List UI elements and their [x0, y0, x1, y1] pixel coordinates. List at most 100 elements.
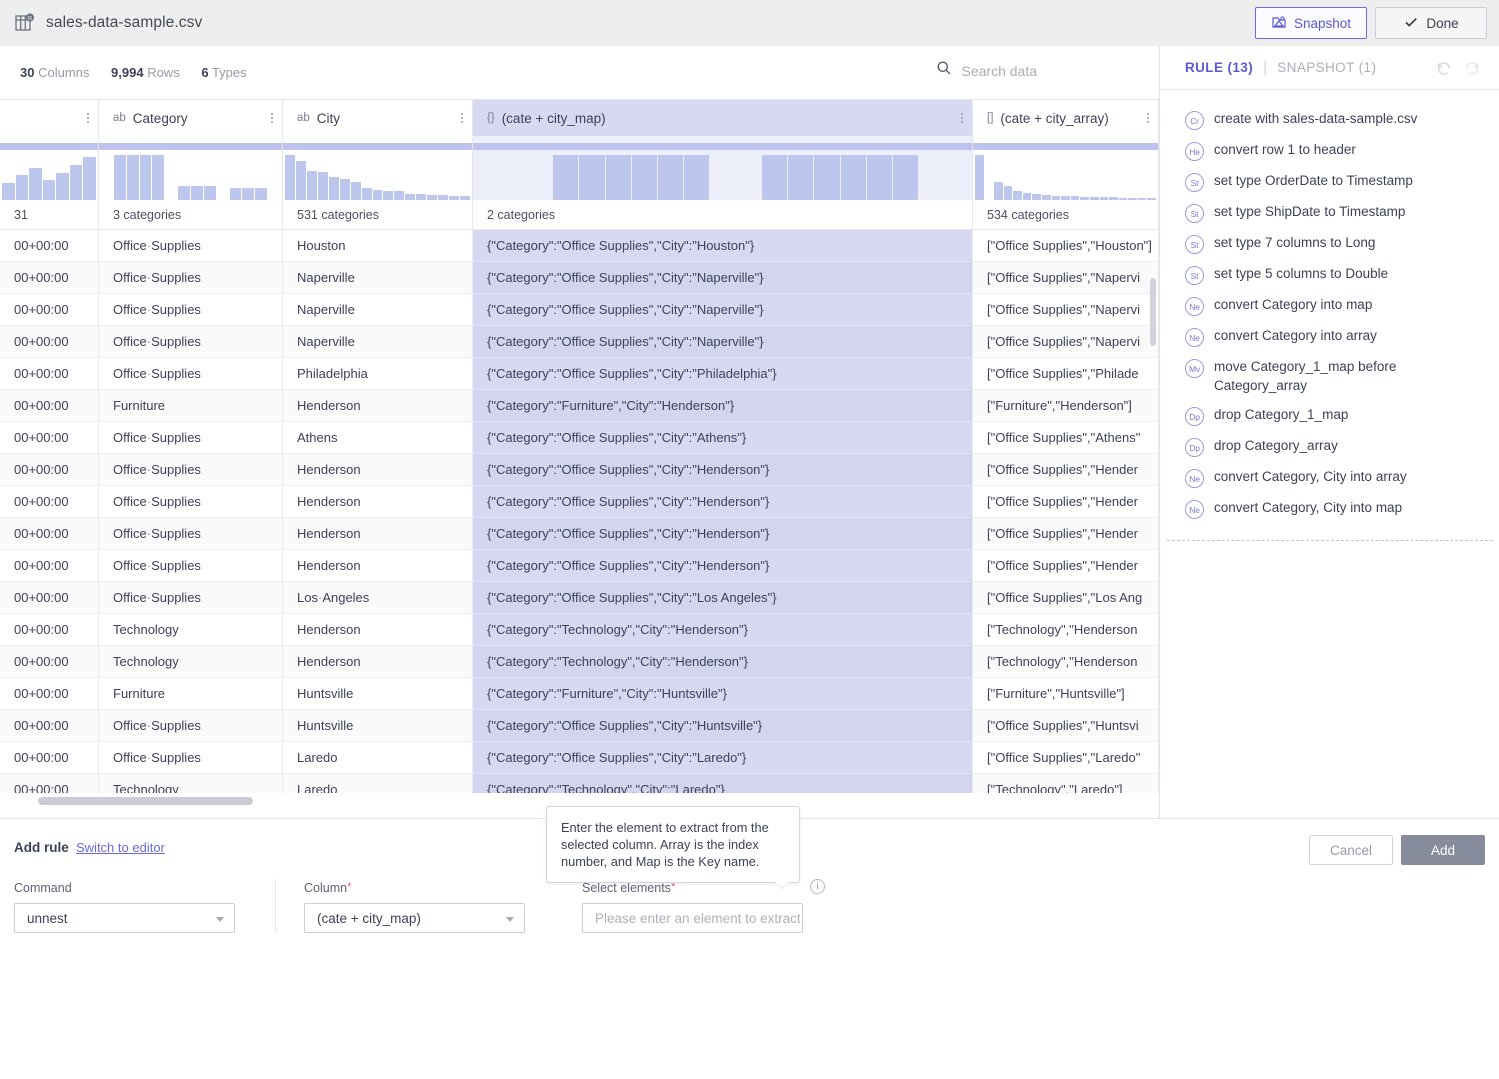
snapshot-button[interactable]: Snapshot: [1255, 7, 1367, 39]
table-cell[interactable]: Henderson: [283, 454, 473, 486]
rule-list-item[interactable]: Ne convert Category, City into array: [1161, 462, 1499, 493]
table-row[interactable]: 00+00:00 Office·Supplies Henderson {"Catego…: [0, 486, 1159, 518]
table-cell[interactable]: {"Category":"Office Supplies","City":"At…: [473, 422, 973, 454]
table-cell[interactable]: {"Category":"Office Supplies","City":"He…: [473, 518, 973, 550]
table-cell[interactable]: {"Category":"Office Supplies","City":"Na…: [473, 294, 973, 326]
table-cell[interactable]: Furniture: [99, 390, 283, 422]
column-header-city[interactable]: ab City: [283, 100, 473, 136]
table-cell[interactable]: {"Category":"Technology","City":"Henders…: [473, 646, 973, 678]
add-button[interactable]: Add: [1401, 835, 1485, 865]
table-cell[interactable]: 00+00:00: [0, 390, 99, 422]
table-cell[interactable]: {"Category":"Furniture","City":"Henderso…: [473, 390, 973, 422]
table-cell[interactable]: 00+00:00: [0, 230, 99, 262]
table-cell[interactable]: {"Category":"Office Supplies","City":"Ho…: [473, 230, 973, 262]
table-cell[interactable]: Henderson: [283, 518, 473, 550]
table-cell[interactable]: Laredo: [283, 774, 473, 793]
table-cell[interactable]: ["Office Supplies","Napervi: [973, 262, 1159, 294]
table-cell[interactable]: {"Category":"Technology","City":"Henders…: [473, 614, 973, 646]
table-cell[interactable]: ["Technology","Laredo"]: [973, 774, 1159, 793]
done-button[interactable]: Done: [1375, 7, 1487, 39]
table-cell[interactable]: 00+00:00: [0, 358, 99, 390]
table-cell[interactable]: ["Office Supplies","Philade: [973, 358, 1159, 390]
table-cell[interactable]: Houston: [283, 230, 473, 262]
table-row[interactable]: 00+00:00 Office·Supplies Philadelphia {"Cat…: [0, 358, 1159, 390]
table-cell[interactable]: Office·Supplies: [99, 294, 283, 326]
table-cell[interactable]: Henderson: [283, 390, 473, 422]
table-cell[interactable]: Technology: [99, 774, 283, 793]
table-cell[interactable]: {"Category":"Office Supplies","City":"He…: [473, 486, 973, 518]
table-cell[interactable]: Henderson: [283, 614, 473, 646]
table-cell[interactable]: 00+00:00: [0, 742, 99, 774]
table-cell[interactable]: Athens: [283, 422, 473, 454]
table-cell[interactable]: Huntsville: [283, 710, 473, 742]
table-row[interactable]: 00+00:00 Office·Supplies Henderson {"Catego…: [0, 454, 1159, 486]
table-cell[interactable]: {"Category":"Technology","City":"Laredo"…: [473, 774, 973, 793]
table-cell[interactable]: Technology: [99, 646, 283, 678]
table-cell[interactable]: Office·Supplies: [99, 518, 283, 550]
table-cell[interactable]: Los·Angeles: [283, 582, 473, 614]
table-cell[interactable]: Philadelphia: [283, 358, 473, 390]
table-cell[interactable]: {"Category":"Office Supplies","City":"Na…: [473, 262, 973, 294]
table-cell[interactable]: {"Category":"Office Supplies","City":"Na…: [473, 326, 973, 358]
table-cell[interactable]: {"Category":"Office Supplies","City":"Hu…: [473, 710, 973, 742]
cancel-button[interactable]: Cancel: [1309, 835, 1393, 865]
table-cell[interactable]: Office·Supplies: [99, 582, 283, 614]
table-cell[interactable]: 00+00:00: [0, 774, 99, 793]
table-cell[interactable]: Office·Supplies: [99, 262, 283, 294]
info-icon[interactable]: i: [810, 879, 825, 894]
column-menu-icon[interactable]: [460, 111, 464, 125]
table-cell[interactable]: ["Office Supplies","Napervi: [973, 326, 1159, 358]
table-cell[interactable]: ["Office Supplies","Houston"]: [973, 230, 1159, 262]
column-menu-icon[interactable]: [960, 111, 964, 125]
table-cell[interactable]: {"Category":"Office Supplies","City":"He…: [473, 454, 973, 486]
table-row[interactable]: 00+00:00 Office·Supplies Henderson {"Catego…: [0, 518, 1159, 550]
table-cell[interactable]: 00+00:00: [0, 486, 99, 518]
table-cell[interactable]: Henderson: [283, 486, 473, 518]
table-cell[interactable]: Furniture: [99, 678, 283, 710]
column-header--cate-city-array-[interactable]: [] (cate + city_array): [973, 100, 1159, 136]
table-cell[interactable]: ["Office Supplies","Los Ang: [973, 582, 1159, 614]
table-cell[interactable]: ["Technology","Henderson: [973, 614, 1159, 646]
table-row[interactable]: 00+00:00 Furniture Huntsville {"Category":"…: [0, 678, 1159, 710]
rule-list-item[interactable]: St set type 7 columns to Long: [1161, 228, 1499, 259]
table-cell[interactable]: ["Office Supplies","Napervi: [973, 294, 1159, 326]
table-cell[interactable]: Office·Supplies: [99, 710, 283, 742]
table-cell[interactable]: ["Office Supplies","Laredo": [973, 742, 1159, 774]
column-select[interactable]: (cate + city_map): [304, 903, 525, 933]
table-cell[interactable]: ["Furniture","Henderson"]: [973, 390, 1159, 422]
column-header-category[interactable]: ab Category: [99, 100, 283, 136]
column-menu-icon[interactable]: [1146, 111, 1150, 125]
tab-snapshot[interactable]: SNAPSHOT (1): [1277, 60, 1376, 75]
table-row[interactable]: 00+00:00 Office·Supplies Athens {"Category"…: [0, 422, 1159, 454]
column-menu-icon[interactable]: [270, 111, 274, 125]
table-cell[interactable]: Huntsville: [283, 678, 473, 710]
vertical-scrollbar-thumb[interactable]: [1150, 278, 1156, 346]
table-cell[interactable]: {"Category":"Office Supplies","City":"La…: [473, 742, 973, 774]
table-cell[interactable]: Office·Supplies: [99, 742, 283, 774]
column-menu-icon[interactable]: [86, 111, 90, 125]
table-row[interactable]: 00+00:00 Furniture Henderson {"Category":"F…: [0, 390, 1159, 422]
table-row[interactable]: 00+00:00 Office·Supplies Laredo {"Category"…: [0, 742, 1159, 774]
table-cell[interactable]: Laredo: [283, 742, 473, 774]
table-cell[interactable]: ["Office Supplies","Hender: [973, 486, 1159, 518]
table-cell[interactable]: {"Category":"Office Supplies","City":"Lo…: [473, 582, 973, 614]
table-cell[interactable]: Office·Supplies: [99, 486, 283, 518]
table-row[interactable]: 00+00:00 Office·Supplies Huntsville {"Categ…: [0, 710, 1159, 742]
table-row[interactable]: 00+00:00 Office·Supplies Naperville {"Categ…: [0, 294, 1159, 326]
rule-list-item[interactable]: St set type OrderDate to Timestamp: [1161, 166, 1499, 197]
table-cell[interactable]: Technology: [99, 614, 283, 646]
table-cell[interactable]: 00+00:00: [0, 710, 99, 742]
table-row[interactable]: 00+00:00 Office·Supplies Los·Angeles {"Cate…: [0, 582, 1159, 614]
undo-icon[interactable]: [1435, 58, 1453, 81]
rule-list-item[interactable]: Ne convert Category into map: [1161, 290, 1499, 321]
table-cell[interactable]: 00+00:00: [0, 454, 99, 486]
column-header-index[interactable]: [0, 100, 99, 136]
rule-list-item[interactable]: Cr create with sales-data-sample.csv: [1161, 104, 1499, 135]
table-cell[interactable]: ["Office Supplies","Hender: [973, 454, 1159, 486]
column-header--cate-city-map-[interactable]: {} (cate + city_map): [473, 100, 973, 136]
rule-list-item[interactable]: Ne convert Category into array: [1161, 321, 1499, 352]
table-cell[interactable]: 00+00:00: [0, 646, 99, 678]
table-cell[interactable]: ["Furniture","Huntsville"]: [973, 678, 1159, 710]
table-row[interactable]: 00+00:00 Office·Supplies Naperville {"Categ…: [0, 262, 1159, 294]
table-row[interactable]: 00+00:00 Office·Supplies Naperville {"Categ…: [0, 326, 1159, 358]
